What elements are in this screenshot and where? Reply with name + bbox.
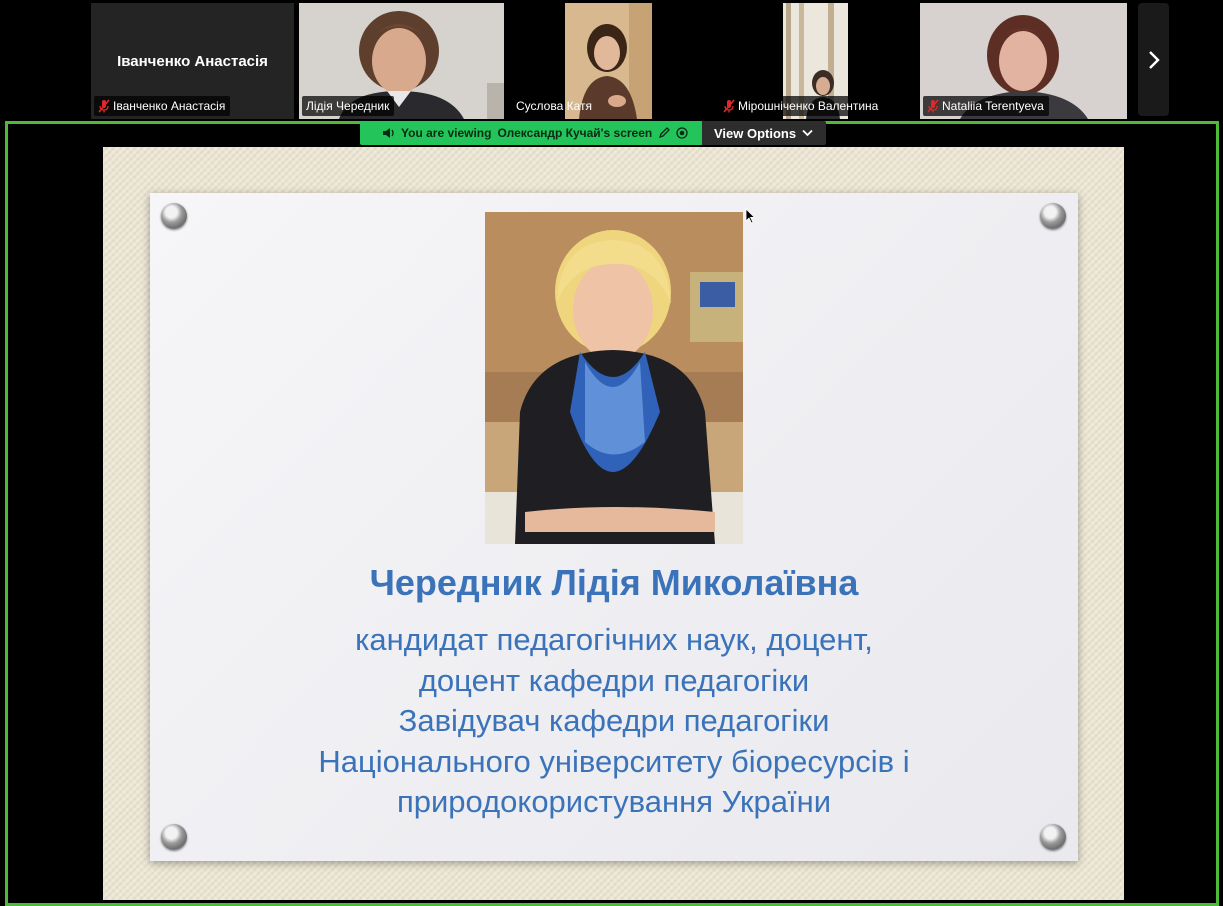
mic-muted-icon xyxy=(98,99,110,113)
slide-body: кандидат педагогічних наук, доцент, доце… xyxy=(150,620,1078,823)
participant-name-label: Мірошніченко Валентина xyxy=(719,96,884,116)
participant-display-name: Іванченко Анастасія xyxy=(117,53,268,70)
participant-tile[interactable]: Мірошніченко Валентина xyxy=(716,3,896,119)
view-options-button[interactable]: View Options xyxy=(702,121,826,145)
pin-icon xyxy=(1040,824,1066,850)
slide-line: Завідувач кафедри педагогіки xyxy=(398,703,830,738)
mic-muted-icon xyxy=(723,99,735,113)
participant-name: Nataliia Terentyeva xyxy=(942,99,1044,113)
participant-name-label: Іванченко Анастасія xyxy=(94,96,231,116)
record-icon xyxy=(676,127,688,139)
participant-tile[interactable]: Nataliia Terentyeva xyxy=(920,3,1127,119)
participant-name: Іванченко Анастасія xyxy=(113,99,226,113)
slide-portrait-photo xyxy=(485,212,743,544)
participant-name: Мірошніченко Валентина xyxy=(738,99,879,113)
slide-line: природокористування України xyxy=(396,784,832,819)
mic-muted-icon xyxy=(927,99,939,113)
view-options-label: View Options xyxy=(714,125,797,141)
pin-icon xyxy=(161,203,187,229)
screen-share-banner: You are viewing Олександр Кучай's screen… xyxy=(360,121,826,145)
slide-line: кандидат педагогічних наук, доцент, xyxy=(355,622,873,657)
gallery-next-button[interactable] xyxy=(1138,3,1169,116)
pin-icon xyxy=(1040,203,1066,229)
annotate-pen-icon xyxy=(659,127,671,139)
participant-name-label: Nataliia Terentyeva xyxy=(923,96,1049,116)
mouse-cursor-icon xyxy=(745,208,756,224)
gallery-strip: Іванченко Анастасія Іванченко Анастасія … xyxy=(0,0,1223,120)
slide-line: Національного університету біоресурсів і xyxy=(318,743,910,779)
participant-name: Суслова Катя xyxy=(516,99,592,113)
viewing-indicator: You are viewing Олександр Кучай's screen xyxy=(360,121,702,145)
chevron-right-icon xyxy=(1148,50,1160,69)
speaker-icon xyxy=(383,128,394,138)
participant-tile[interactable]: Іванченко Анастасія Іванченко Анастасія xyxy=(91,3,294,119)
slide-line: доцент кафедри педагогіки xyxy=(418,662,810,698)
presenter-screen-label: Олександр Кучай's screen xyxy=(497,126,653,140)
participant-tile-active-speaker[interactable]: Лідія Чередник xyxy=(299,3,504,119)
participant-name-label: Лідія Чередник xyxy=(302,96,395,116)
pin-icon xyxy=(161,824,187,850)
participant-tile[interactable]: Суслова Катя xyxy=(509,3,659,119)
chevron-down-icon xyxy=(802,129,813,137)
slide-title: Чередник Лідія Миколаївна xyxy=(369,562,859,603)
participant-name: Лідія Чередник xyxy=(306,99,390,113)
viewing-label: You are viewing xyxy=(401,126,492,140)
participant-name-label: Суслова Катя xyxy=(512,96,597,116)
